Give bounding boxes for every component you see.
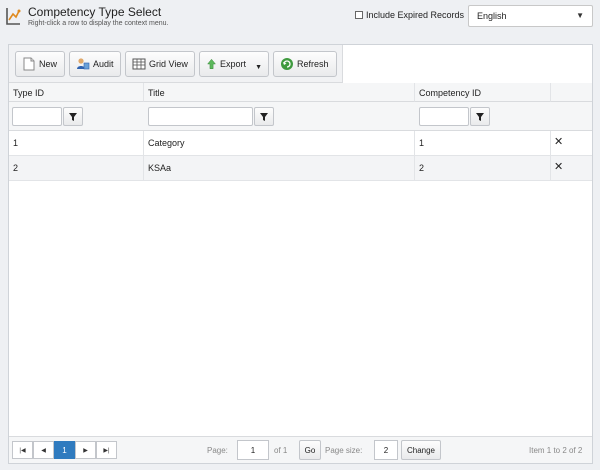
change-button[interactable]: Change [401,440,441,460]
page-number-button[interactable]: 1 [54,441,75,459]
language-value: English [477,11,507,21]
column-header-actions [551,83,592,102]
title-filter-input[interactable] [148,107,253,126]
page-count-label: of 1 [274,446,288,455]
grid-view-button-label: Grid View [149,59,188,69]
delete-icon[interactable]: ✕ [554,160,563,173]
type-id-filter-input[interactable] [12,107,62,126]
page-title: Competency Type Select [28,5,162,19]
refresh-icon [281,58,293,70]
next-page-icon[interactable]: ▶ [75,441,96,459]
type-id-cell: 2 [9,156,144,181]
page-size-label: Page size: [325,446,363,455]
competency-id-cell: 1 [415,131,551,156]
grid-panel: New Audit Grid View Export ▼ Refresh Typ… [8,44,593,464]
filter-row [9,102,592,131]
audit-button[interactable]: Audit [69,51,121,77]
page-subtitle: Right-click a row to display the context… [28,20,169,27]
export-arrow-icon [207,58,216,69]
new-button-label: New [39,59,58,69]
column-header-competency-id[interactable]: Competency ID [415,83,551,102]
type-id-filter-button[interactable] [63,107,83,126]
caret-down-icon[interactable]: ▼ [255,64,262,71]
filter-icon [69,112,77,121]
table-row[interactable]: 1 Category 1 ✕ [9,131,592,156]
include-expired-label: Include Expired Records [366,10,465,20]
pager: |◀ ◀ 1 ▶ ▶| Page: 1 of 1 Go Page size: 2… [9,436,592,463]
filter-icon [260,112,268,121]
audit-user-icon [77,58,90,70]
competency-app-icon [6,8,21,25]
export-button-label: Export [220,59,247,69]
page-input[interactable]: 1 [237,440,269,460]
new-document-icon [23,57,35,71]
column-header-type-id[interactable]: Type ID [9,83,144,102]
title-filter-button[interactable] [254,107,274,126]
grid-toolbar: New Audit Grid View Export ▼ Refresh [9,45,343,83]
delete-icon[interactable]: ✕ [554,135,563,148]
page-label: Page: [207,446,228,455]
table-row[interactable]: 2 KSAa 2 ✕ [9,156,592,181]
chevron-down-icon: ▼ [576,11,584,20]
refresh-button-label: Refresh [297,59,329,69]
title-cell: Category [144,131,415,156]
title-cell: KSAa [144,156,415,181]
include-expired-checkbox[interactable] [355,11,363,19]
column-header-title[interactable]: Title [144,83,415,102]
go-button[interactable]: Go [299,440,321,460]
first-page-icon[interactable]: |◀ [12,441,33,459]
refresh-button[interactable]: Refresh [273,51,337,77]
filter-icon [476,112,484,121]
prev-page-icon[interactable]: ◀ [33,441,54,459]
competency-id-filter-input[interactable] [419,107,469,126]
language-select[interactable]: English ▼ [468,5,593,27]
grid-view-button[interactable]: Grid View [125,51,195,77]
audit-button-label: Audit [93,59,114,69]
new-button[interactable]: New [15,51,65,77]
last-page-icon[interactable]: ▶| [96,441,117,459]
type-id-cell: 1 [9,131,144,156]
include-expired-toggle[interactable]: Include Expired Records [355,10,464,20]
competency-id-filter-button[interactable] [470,107,490,126]
export-button[interactable]: Export ▼ [199,51,269,77]
page-size-input[interactable]: 2 [374,440,398,460]
item-range-summary: Item 1 to 2 of 2 [529,446,583,455]
grid-view-icon [132,58,146,70]
competency-id-cell: 2 [415,156,551,181]
